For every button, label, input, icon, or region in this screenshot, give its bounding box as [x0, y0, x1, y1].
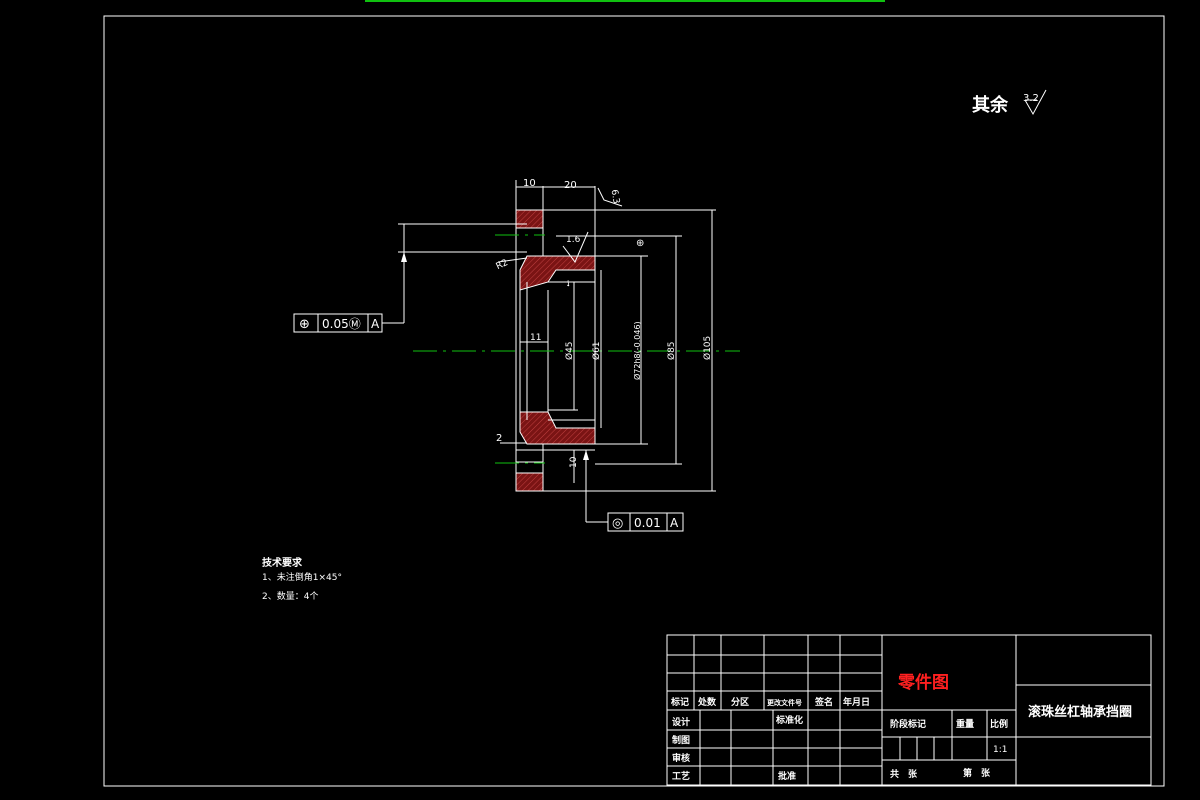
- tech-requirement-item: 2、数量：4个: [262, 590, 318, 602]
- tech-requirements: 技术要求 1、未注倒角1×45° 2、数量：4个: [262, 556, 342, 602]
- tb-approve: 批准: [778, 770, 796, 782]
- dim-roughness-inner: 1.6: [566, 235, 581, 245]
- tb-role-draw: 制图: [672, 734, 690, 746]
- tb-role-review: 审核: [672, 752, 690, 764]
- dim-hub-length: 20: [564, 180, 577, 191]
- dim-fit-dia: Ø72h8(-0.046): [632, 321, 642, 380]
- drawing-canvas: 其余 3.2 10 20 6.3 Ø105 Ø85 Ø72h8(-0.046) …: [103, 0, 1165, 787]
- dim-bore-dia: Ø45: [564, 341, 575, 360]
- tb-standardize: 标准化: [775, 714, 803, 726]
- surface-finish-note: 其余 3.2: [972, 89, 1047, 116]
- dim-step-len: 11: [530, 333, 541, 343]
- datum-position-symbol: ⊕: [636, 238, 644, 249]
- tb-role-process: 工艺: [672, 770, 690, 782]
- position-tolerance-datum: A: [371, 317, 380, 331]
- tech-requirement-item: 1、未注倒角1×45°: [262, 571, 342, 583]
- concentric-tolerance-frame: ◎ 0.01 A: [607, 512, 684, 532]
- tb-scale-label: 比例: [990, 718, 1008, 730]
- tb-sheet-no: 第 张: [963, 767, 991, 779]
- tb-drawing-type: 零件图: [897, 672, 949, 693]
- tb-part-name: 滚珠丝杠轴承挡圈: [1028, 704, 1132, 720]
- tb-scale-value: 1:1: [993, 745, 1007, 755]
- section-bottom-hub: [519, 411, 596, 445]
- tb-header-sign: 签名: [814, 696, 833, 708]
- dim-bore-dia2: Ø61: [591, 341, 602, 360]
- dim-outer-dia: Ø105: [702, 336, 713, 360]
- surface-finish-value: 3.2: [1023, 93, 1039, 104]
- position-tolerance-icon: ⊕: [299, 317, 310, 332]
- tb-header-date: 年月日: [843, 696, 870, 708]
- concentric-tolerance-icon: ◎: [612, 516, 623, 531]
- concentric-tolerance-datum: A: [670, 516, 679, 530]
- tb-header-zone: 分区: [731, 696, 749, 708]
- dim-thickness-bottom: 10: [569, 456, 579, 468]
- drawing-frame: [103, 15, 1165, 787]
- dim-chamfer-r: R2: [495, 258, 510, 272]
- tb-stage-mark: 阶段标记: [890, 718, 926, 730]
- title-block: 标记 处数 分区 更改文件号 签名 年月日 设计 制图 审核 工艺 标准化 批准…: [666, 634, 1152, 786]
- tb-role-design: 设计: [672, 716, 690, 728]
- position-tolerance-value: 0.05Ⓜ: [322, 317, 361, 331]
- surface-finish-label: 其余: [972, 94, 1009, 116]
- dim-pitch-dia: Ø85: [666, 341, 677, 360]
- position-tolerance-frame: ⊕ 0.05Ⓜ A: [293, 313, 383, 333]
- section-top-flange: [515, 209, 544, 229]
- tech-requirements-title: 技术要求: [262, 556, 303, 569]
- section-top-hub: [519, 255, 596, 291]
- tb-header-change-doc: 更改文件号: [767, 698, 802, 707]
- dim-chamfer-small: 2: [496, 433, 502, 444]
- concentric-tolerance-value: 0.01: [634, 516, 661, 530]
- dim-flange-width: 10: [523, 178, 536, 189]
- tb-weight: 重量: [956, 718, 974, 730]
- tb-total-sheets: 共 张: [890, 768, 918, 780]
- tb-header-mark: 标记: [670, 696, 689, 708]
- section-bottom-flange: [515, 472, 544, 492]
- tb-header-count: 处数: [697, 696, 717, 708]
- dimension-lines: 10 20 6.3 Ø105 Ø85 Ø72h8(-0.046) Ø61 Ø45…: [382, 178, 716, 523]
